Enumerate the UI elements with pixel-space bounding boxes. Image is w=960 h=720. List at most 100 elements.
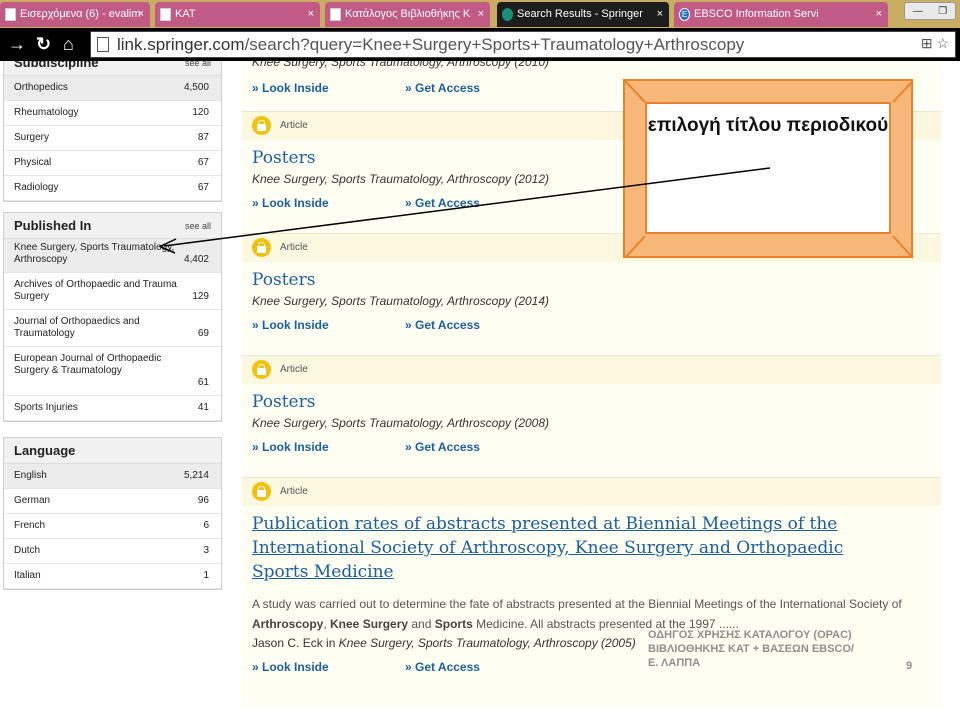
result-meta: Knee Surgery, Sports Traumatology, Arthr… <box>252 61 550 69</box>
snippet-highlight: Arthroscopy <box>252 617 324 631</box>
facet-item-label: European Journal of Orthopaedic Surgery … <box>14 353 162 376</box>
facet-item-journal-ortho[interactable]: Journal of Orthopaedics and Traumatology… <box>4 310 221 347</box>
get-access-link[interactable]: » Get Access <box>405 318 480 332</box>
facet-item-radiology[interactable]: Radiology 67 <box>4 176 221 201</box>
facet-item-count: 4,402 <box>183 254 209 265</box>
facet-item-label: Orthopedics <box>14 82 68 93</box>
journal-name[interactable]: Knee Surgery, Sports Traumatology, Arthr… <box>339 636 636 650</box>
look-inside-link[interactable]: » Look Inside <box>252 196 329 210</box>
facet-item-label: Sports Injuries <box>14 402 78 413</box>
home-icon[interactable]: ⌂ <box>63 33 74 55</box>
tab-catalog[interactable]: Κατάλογος Βιβλιοθήκης Κ × <box>325 2 490 27</box>
content-type-label: Article <box>280 120 308 131</box>
lock-icon <box>252 238 271 257</box>
facet-item-knee-surgery[interactable]: Knee Surgery, Sports Traumatology, Arthr… <box>4 239 221 273</box>
get-access-link[interactable]: » Get Access <box>405 196 480 210</box>
facet-item-sports-injuries[interactable]: Sports Injuries 41 <box>4 396 221 421</box>
result-links: » Look Inside » Get Access <box>252 436 941 458</box>
get-access-link[interactable]: » Get Access <box>405 81 480 95</box>
content-type-label: Article <box>280 364 308 375</box>
facet-item-count: 3 <box>203 545 209 556</box>
facet-item-dutch[interactable]: Dutch 3 <box>4 539 221 564</box>
get-access-link[interactable]: » Get Access <box>405 440 480 454</box>
lock-icon <box>252 360 271 379</box>
look-inside-link[interactable]: » Look Inside <box>252 440 329 454</box>
see-all-link[interactable]: see all <box>185 213 211 239</box>
author-name[interactable]: Jason C. Eck <box>252 636 323 650</box>
facet-item-french[interactable]: French 6 <box>4 514 221 539</box>
facet-item-count: 5,214 <box>183 470 209 481</box>
look-inside-link[interactable]: » Look Inside <box>252 660 329 674</box>
annotation-callout: επιλογή τίτλου περιοδικού <box>623 79 914 259</box>
page-icon <box>160 8 171 21</box>
springer-icon <box>502 8 513 21</box>
look-inside-link[interactable]: » Look Inside <box>252 81 329 95</box>
result-title-link[interactable]: Publication rates of abstracts presented… <box>252 512 901 584</box>
facet-title: Language <box>14 443 76 458</box>
facet-published-in: Published In see all Knee Surgery, Sport… <box>3 212 222 422</box>
result-header: Article <box>242 356 941 384</box>
facet-item-german[interactable]: German 96 <box>4 489 221 514</box>
facet-item-count: 120 <box>192 107 209 118</box>
result-item: Article Posters Knee Surgery, Sports Tra… <box>242 355 941 475</box>
address-bar[interactable]: link.springer.com/search?query=Knee+Surg… <box>90 31 956 58</box>
window-controls: — ❐ <box>904 2 956 20</box>
facet-title: Subdiscipline <box>14 61 99 70</box>
tab-label: KAT <box>175 8 196 20</box>
facet-item-count: 69 <box>197 328 209 339</box>
close-icon[interactable]: × <box>478 2 484 27</box>
close-icon[interactable]: × <box>308 2 314 27</box>
tab-kat[interactable]: KAT × <box>155 2 320 27</box>
result-title-link[interactable]: Posters <box>252 390 941 414</box>
close-icon[interactable]: × <box>657 2 663 27</box>
mail-icon <box>5 8 16 21</box>
screen: Εισερχόμενα (6) - evalim × KAT × Κατάλογ… <box>0 0 960 720</box>
tab-springer[interactable]: Search Results - Springer × <box>497 2 669 27</box>
facet-item-label: Radiology <box>14 182 59 193</box>
tab-label: Search Results - Springer <box>517 8 643 20</box>
close-icon[interactable]: × <box>138 2 144 27</box>
footer-note: ΟΔΗΓΟΣ ΧΡΗΣΗΣ ΚΑΤΑΛΟΓΟΥ (OPAC) ΒΙΒΛΙΟΘΗΚ… <box>648 629 854 669</box>
facet-item-label: Italian <box>14 570 41 581</box>
facet-item-label: Dutch <box>14 545 41 556</box>
see-all-link[interactable]: see all <box>185 61 211 76</box>
facet-item-rheumatology[interactable]: Rheumatology 120 <box>4 101 221 126</box>
page-icon <box>97 37 109 52</box>
facet-item-count: 87 <box>197 132 209 143</box>
content-type-label: Article <box>280 486 308 497</box>
facet-item-label: Rheumatology <box>14 107 79 118</box>
reload-icon[interactable]: ↻ <box>36 33 51 55</box>
facet-item-italian[interactable]: Italian 1 <box>4 564 221 589</box>
translate-icon[interactable]: ⊞ ☆ <box>921 35 949 52</box>
page-number: 9 <box>906 660 913 672</box>
forward-icon[interactable]: → <box>8 33 26 55</box>
facet-title: Published In <box>14 218 92 233</box>
url-text[interactable]: link.springer.com/search?query=Knee+Surg… <box>117 33 744 56</box>
facet-item-count: 1 <box>203 570 209 581</box>
restore-icon[interactable]: ❐ <box>938 6 947 17</box>
lock-icon <box>252 482 271 501</box>
facet-item-physical[interactable]: Physical 67 <box>4 151 221 176</box>
facet-item-european-journal[interactable]: European Journal of Orthopaedic Surgery … <box>4 347 221 396</box>
facet-item-english[interactable]: English 5,214 <box>4 464 221 489</box>
url-host: link.springer.com <box>117 35 245 54</box>
minimize-icon[interactable]: — <box>913 6 923 17</box>
callout-box: επιλογή τίτλου περιοδικού <box>645 102 891 234</box>
snippet-highlight: Knee Surgery <box>330 617 409 631</box>
facet-item-label: English <box>14 470 47 481</box>
facet-header: Published In see all <box>4 213 221 239</box>
snippet-text: , <box>323 617 331 631</box>
facet-item-surgery[interactable]: Surgery 87 <box>4 126 221 151</box>
author-in: in <box>322 636 339 650</box>
facet-item-orthopedics[interactable]: Orthopedics 4,500 <box>4 76 221 101</box>
facet-item-count: 67 <box>197 182 209 193</box>
facet-header: Language <box>4 438 221 464</box>
close-icon[interactable]: × <box>876 2 882 27</box>
tab-ebsco[interactable]: E EBSCO Information Servi × <box>674 2 888 27</box>
facet-item-archives[interactable]: Archives of Orthopaedic and Trauma Surge… <box>4 273 221 310</box>
result-title-link[interactable]: Posters <box>252 268 941 292</box>
tab-inbox[interactable]: Εισερχόμενα (6) - evalim × <box>0 2 150 27</box>
ebsco-icon: E <box>679 8 690 21</box>
look-inside-link[interactable]: » Look Inside <box>252 318 329 332</box>
get-access-link[interactable]: » Get Access <box>405 660 480 674</box>
